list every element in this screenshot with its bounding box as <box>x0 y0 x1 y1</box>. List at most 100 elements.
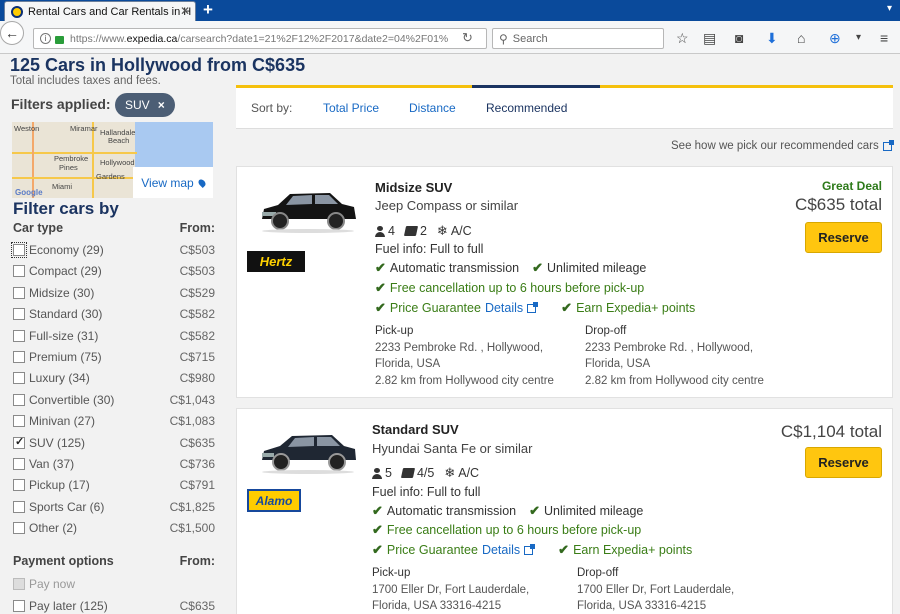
great-deal-badge: Great Deal <box>821 179 882 193</box>
recommended-info-link[interactable]: See how we pick our recommended cars <box>671 139 894 152</box>
passenger-icon <box>375 225 385 237</box>
tab-title: Rental Cars and Car Rentals in H <box>28 5 192 18</box>
view-map-label: View map <box>141 175 194 190</box>
suv-filter-chip[interactable]: SUV × <box>115 93 175 117</box>
map-thumbnail[interactable]: Weston Pembroke Pines Hollywood Hallanda… <box>12 122 213 198</box>
car-type-checkbox[interactable] <box>13 500 25 513</box>
car-type-checkbox[interactable] <box>13 479 25 492</box>
pay-later-checkbox[interactable] <box>13 600 25 612</box>
pocket-icon[interactable]: ◙ <box>735 30 743 46</box>
bookmark-star-icon[interactable]: ☆ <box>676 30 689 47</box>
check-icon: ✔ <box>375 280 386 295</box>
filter-option-pay-later[interactable]: Pay later (125) C$635 <box>13 598 215 614</box>
cancellation-line: ✔ Free cancellation up to 6 hours before … <box>375 280 644 296</box>
close-tab-icon[interactable]: ✕ <box>180 4 190 18</box>
reload-icon[interactable]: ↻ <box>462 30 473 46</box>
transmission: Automatic transmission <box>386 504 517 518</box>
luggage-icon <box>400 468 416 478</box>
downloads-icon[interactable]: ⬇ <box>766 30 778 47</box>
filter-option-car-type[interactable]: Van (37) C$736 <box>13 456 215 472</box>
sort-recommended[interactable]: Recommended <box>486 101 567 115</box>
car-type-checkbox[interactable] <box>13 351 25 363</box>
car-category: Standard SUV <box>372 422 459 437</box>
cancellation-line: ✔ Free cancellation up to 6 hours before … <box>372 522 641 538</box>
filter-option-car-type[interactable]: Compact (29) C$503 <box>13 263 215 279</box>
sort-by-label: Sort by: <box>251 101 293 115</box>
menu-icon[interactable]: ≡ <box>880 30 888 46</box>
check-icon: ✔ <box>372 542 383 557</box>
reserve-button[interactable]: Reserve <box>805 222 882 253</box>
filter-option-car-type[interactable]: SUV (125) C$635 <box>13 435 215 451</box>
details-link[interactable]: Details <box>485 301 523 315</box>
midsize-suv-image <box>262 193 356 233</box>
mileage: Unlimited mileage <box>544 504 644 518</box>
car-type-price: C$1,825 <box>169 499 215 514</box>
page-title: 125 Cars in Hollywood from C$635 <box>10 55 306 75</box>
back-button[interactable]: ← <box>0 21 24 45</box>
car-type-checkbox[interactable] <box>13 458 25 470</box>
car-type-checkbox[interactable] <box>13 372 25 385</box>
chip-remove-icon[interactable]: × <box>158 98 165 112</box>
car-type-label: SUV (125) <box>29 435 86 450</box>
tab-list-icon[interactable]: ▾ <box>887 3 892 14</box>
details-link[interactable]: Details <box>482 543 520 557</box>
overflow-icon[interactable]: ▾ <box>856 32 861 43</box>
view-map-link[interactable]: View map <box>133 167 213 198</box>
sort-total-price[interactable]: Total Price <box>323 101 379 115</box>
filter-option-car-type[interactable]: Minivan (27) C$1,083 <box>13 413 215 429</box>
car-type-label: Luxury (34) <box>29 371 90 386</box>
home-icon[interactable]: ⌂ <box>797 30 805 46</box>
browser-tab[interactable]: Rental Cars and Car Rentals in H ✕ <box>4 1 196 21</box>
car-type-price: C$980 <box>179 371 215 386</box>
new-tab-button[interactable]: + <box>203 0 213 20</box>
filter-option-car-type[interactable]: Pickup (17) C$791 <box>13 477 215 493</box>
transmission: Automatic transmission <box>389 261 520 275</box>
filter-option-car-type[interactable]: Premium (75) C$715 <box>13 349 215 365</box>
filter-option-car-type[interactable]: Luxury (34) C$980 <box>13 370 215 386</box>
info-icon[interactable]: i <box>40 33 51 44</box>
car-type-price: C$635 <box>179 435 215 450</box>
external-link-icon <box>527 301 539 313</box>
hertz-logo: Hertz <box>247 251 305 272</box>
reserve-button[interactable]: Reserve <box>805 447 882 478</box>
car-type-price: C$736 <box>179 457 215 471</box>
passenger-count: 5 <box>385 466 392 480</box>
sort-distance[interactable]: Distance <box>409 101 456 115</box>
car-type-checkbox[interactable] <box>13 329 25 342</box>
map-label: Miami <box>52 182 72 191</box>
filter-option-car-type[interactable]: Sports Car (6) C$1,825 <box>13 499 215 515</box>
check-icon: ✔ <box>375 300 386 315</box>
car-type-label: Van (37) <box>29 457 75 471</box>
search-input[interactable]: ⚲ Search <box>492 28 664 49</box>
map-label: Pines <box>59 163 78 172</box>
filter-option-car-type[interactable]: Other (2) C$1,500 <box>13 520 215 536</box>
car-type-checkbox[interactable] <box>13 393 25 406</box>
filter-option-car-type[interactable]: Convertible (30) C$1,043 <box>13 392 215 408</box>
pay-now-checkbox[interactable] <box>13 578 25 590</box>
car-type-checkbox[interactable] <box>13 415 25 428</box>
filter-heading: Filter cars by <box>13 199 119 218</box>
car-type-checkbox[interactable] <box>13 265 25 278</box>
pickup-location: Pick-up 1700 Eller Dr, Fort Lauderdale, … <box>372 565 572 614</box>
filter-option-pay-now[interactable]: Pay now <box>13 576 215 592</box>
filter-option-car-type[interactable]: Midsize (30) C$529 <box>13 285 215 301</box>
fuel-info: Fuel info: Full to full <box>375 242 484 256</box>
car-type-checkbox[interactable] <box>13 435 25 449</box>
filter-option-car-type[interactable]: Economy (29) C$503 <box>11 242 215 258</box>
car-type-checkbox[interactable] <box>13 286 25 299</box>
car-type-checkbox[interactable] <box>11 242 27 258</box>
payment-from-label: From: <box>179 554 215 568</box>
car-type-checkbox[interactable] <box>13 308 25 321</box>
ac-label: A/C <box>458 466 480 480</box>
url-bar[interactable]: i https://www. expedia.ca/carsearch?date1… <box>33 28 487 49</box>
car-type-checkbox[interactable] <box>13 522 25 535</box>
expedia-favicon-icon <box>11 5 23 18</box>
reading-list-icon[interactable]: ▤ <box>703 30 716 47</box>
car-type-price: C$715 <box>179 350 215 364</box>
filter-option-car-type[interactable]: Standard (30) C$582 <box>13 306 215 322</box>
pay-later-price: C$635 <box>179 599 215 613</box>
filter-option-car-type[interactable]: Full-size (31) C$582 <box>13 328 215 344</box>
extension-icon[interactable]: ⊕ <box>829 30 841 47</box>
mileage: Unlimited mileage <box>547 261 647 275</box>
car-category: Midsize SUV <box>375 180 453 195</box>
